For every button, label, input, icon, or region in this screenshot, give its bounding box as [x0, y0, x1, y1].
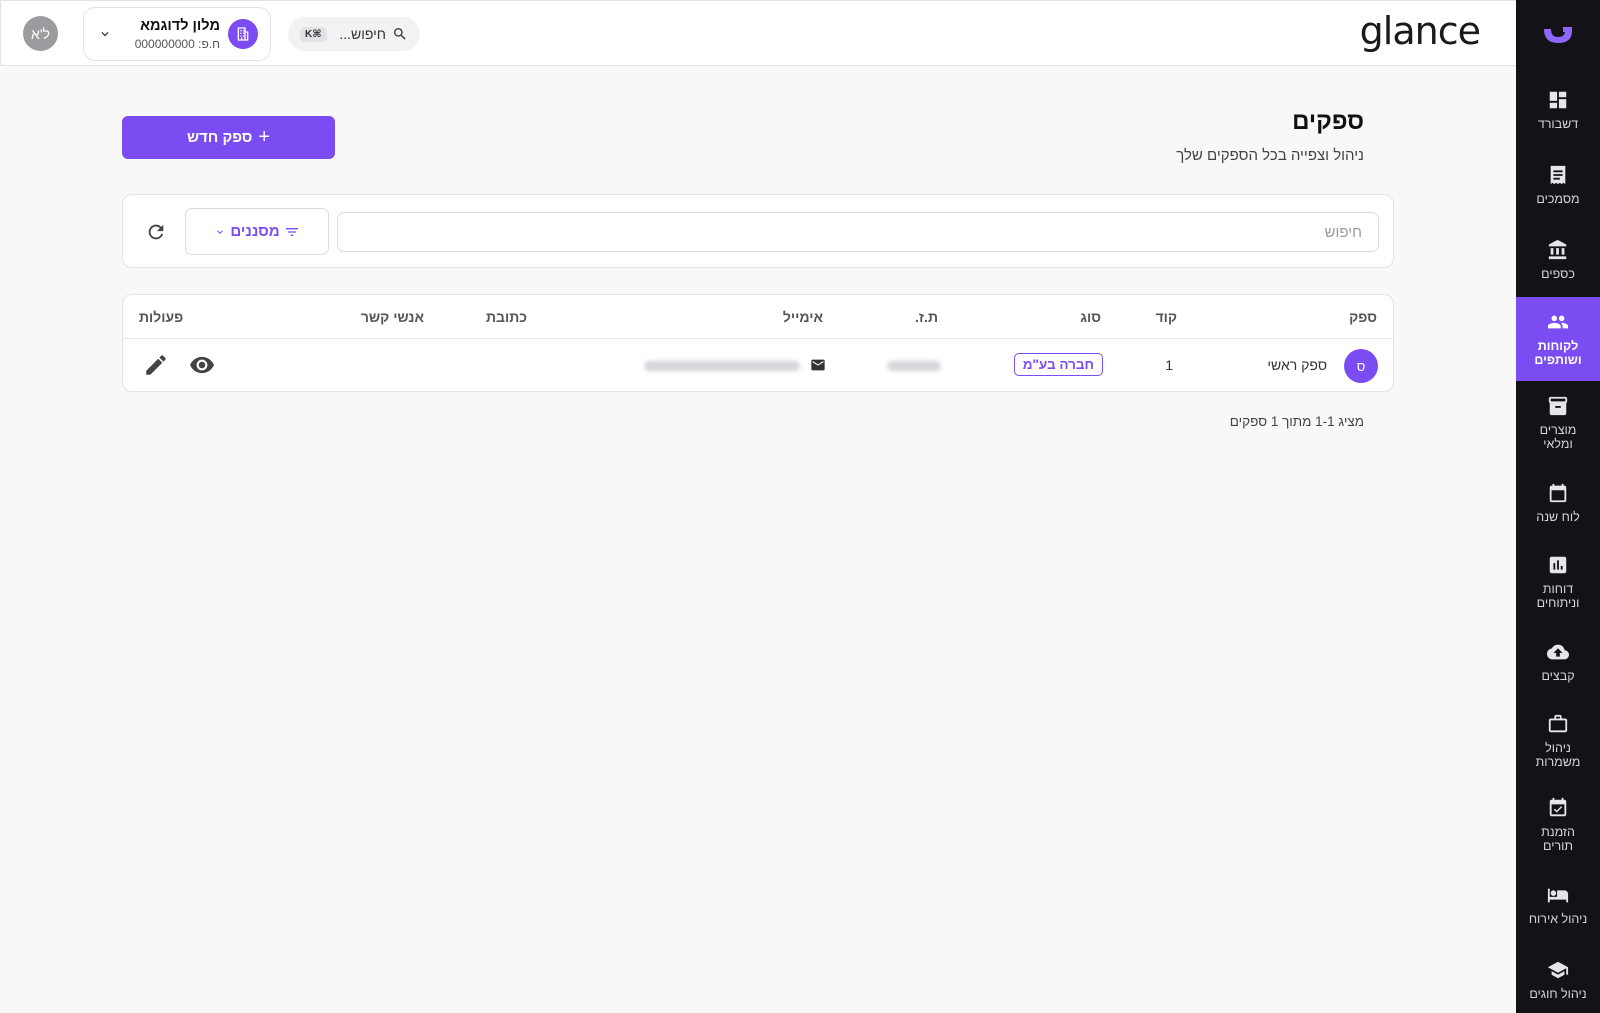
- people-icon: [1547, 315, 1569, 329]
- suppliers-table: ספק קוד סוג ת.ז. אימייל כתובת אנשי קשר פ…: [122, 294, 1394, 392]
- sidebar-item-files[interactable]: קבצים: [1516, 624, 1600, 699]
- results-count: מציג 1-1 מתוך 1 ספקים: [1229, 414, 1364, 429]
- column-header-email[interactable]: אימייל: [783, 309, 823, 325]
- column-header-actions: פעולות: [139, 309, 184, 325]
- sidebar-item-calendar[interactable]: לוח שנה: [1516, 465, 1600, 540]
- global-search-label: חיפוש...: [339, 26, 386, 42]
- new-supplier-button[interactable]: + ספק חדש: [122, 116, 335, 159]
- global-search-button[interactable]: חיפוש... ⌘K: [288, 17, 420, 51]
- cloud-upload-icon: [1547, 644, 1569, 659]
- sidebar-item-label: מסמכים: [1536, 191, 1580, 206]
- column-header-type[interactable]: סוג: [1080, 309, 1101, 325]
- redacted-email: [644, 361, 800, 371]
- column-header-id[interactable]: ת.ז.: [915, 309, 938, 325]
- chevron-down-icon: [217, 229, 224, 234]
- view-icon[interactable]: [189, 352, 215, 378]
- plus-icon: +: [258, 126, 271, 148]
- supplier-type-badge: חברה בע"מ: [1013, 353, 1103, 376]
- sidebar-item-dashboard[interactable]: דשבורד: [1516, 72, 1600, 147]
- sidebar-item-shifts[interactable]: ניהול משמרות: [1516, 699, 1600, 783]
- supplier-code: 1: [1165, 357, 1173, 373]
- page-title: ספקים: [1292, 108, 1364, 135]
- briefcase-icon: [1548, 714, 1568, 733]
- sidebar-item-label: לוח שנה: [1536, 509, 1580, 524]
- column-header-code[interactable]: קוד: [1155, 309, 1177, 325]
- brand-logo[interactable]: glance: [1360, 9, 1481, 53]
- search-icon: [394, 28, 406, 40]
- refresh-icon: [148, 224, 164, 240]
- sidebar-item-products[interactable]: מוצרים ומלאי: [1516, 381, 1600, 465]
- sidebar-item-customers[interactable]: לקוחות ושותפים: [1516, 297, 1600, 381]
- sidebar-item-label: ניהול אירוח: [1528, 911, 1588, 926]
- table-header: ספק קוד סוג ת.ז. אימייל כתובת אנשי קשר פ…: [123, 295, 1393, 339]
- bed-icon: [1547, 888, 1569, 902]
- refresh-button[interactable]: [143, 219, 169, 245]
- bank-icon: [1548, 239, 1567, 259]
- sidebar-item-label: מוצרים ומלאי: [1539, 423, 1577, 451]
- sidebar-item-label: קבצים: [1541, 668, 1575, 683]
- edit-icon[interactable]: [143, 352, 169, 378]
- app-logo[interactable]: [1516, 0, 1600, 72]
- sidebar-item-label: הזמנת תורים: [1541, 825, 1575, 853]
- sidebar-item-finance[interactable]: כספים: [1516, 222, 1600, 297]
- filters-label: מסננים: [230, 223, 280, 240]
- sidebar-item-label: כספים: [1541, 266, 1575, 281]
- page-subtitle: ניהול וצפייה בכל הספקים שלך: [1176, 147, 1364, 164]
- dashboard-icon: [1549, 91, 1567, 108]
- shortcut-badge: ⌘K: [300, 26, 327, 42]
- report-icon: [1549, 556, 1567, 574]
- sidebar-item-label: דשבורד: [1537, 116, 1579, 131]
- document-icon: [1550, 165, 1566, 184]
- filter-icon: [285, 227, 298, 236]
- chevron-down-icon: [92, 27, 118, 41]
- supplier-avatar: ס: [1344, 349, 1378, 383]
- table-row[interactable]: ס ספק ראשי 1 חברה בע"מ: [123, 339, 1393, 391]
- sidebar-item-label: לקוחות ושותפים: [1534, 339, 1582, 367]
- sidebar-item-reports[interactable]: דוחות וניתוחים: [1516, 540, 1600, 624]
- supplier-search-input[interactable]: [337, 212, 1379, 252]
- mail-icon: [810, 357, 826, 373]
- organization-id: ח.פ: 000000000: [134, 36, 220, 51]
- building-icon: [228, 19, 258, 49]
- organization-switcher[interactable]: מלון לדוגמא ח.פ: 000000000: [83, 7, 271, 61]
- school-icon: [1547, 961, 1569, 978]
- filters-button[interactable]: מסננים: [185, 208, 329, 255]
- logo-icon: [1544, 27, 1572, 43]
- column-header-address[interactable]: כתובת: [486, 309, 527, 325]
- column-header-contacts[interactable]: אנשי קשר: [361, 309, 424, 325]
- sidebar-item-label: דוחות וניתוחים: [1536, 582, 1580, 610]
- new-supplier-label: ספק חדש: [186, 129, 253, 146]
- sidebar-item-documents[interactable]: מסמכים: [1516, 147, 1600, 222]
- calendar-icon: [1549, 483, 1567, 502]
- sidebar-item-label: ניהול חוגים: [1529, 986, 1587, 1001]
- column-header-supplier[interactable]: ספק: [1349, 309, 1377, 325]
- calendar-check-icon: [1549, 797, 1567, 817]
- top-bar: glance חיפוש... ⌘K מלון לדוגמא ח.פ: 0000…: [0, 0, 1516, 66]
- supplier-name: ספק ראשי: [1267, 357, 1327, 373]
- filter-bar: מסננים: [122, 194, 1394, 268]
- sidebar-item-label: ניהול משמרות: [1535, 741, 1581, 769]
- redacted-id: [887, 361, 941, 371]
- organization-name: מלון לדוגמא: [140, 17, 220, 34]
- sidebar-item-classes[interactable]: ניהול חוגים: [1516, 942, 1600, 1013]
- sidebar-item-hosting[interactable]: ניהול אירוח: [1516, 867, 1600, 942]
- sidebar: דשבורד מסמכים כספים לקוחות ושותפים מוצרי…: [1516, 0, 1600, 1013]
- archive-icon: [1548, 396, 1568, 416]
- user-avatar[interactable]: ל'א: [23, 16, 58, 51]
- sidebar-item-appointments[interactable]: הזמנת תורים: [1516, 783, 1600, 867]
